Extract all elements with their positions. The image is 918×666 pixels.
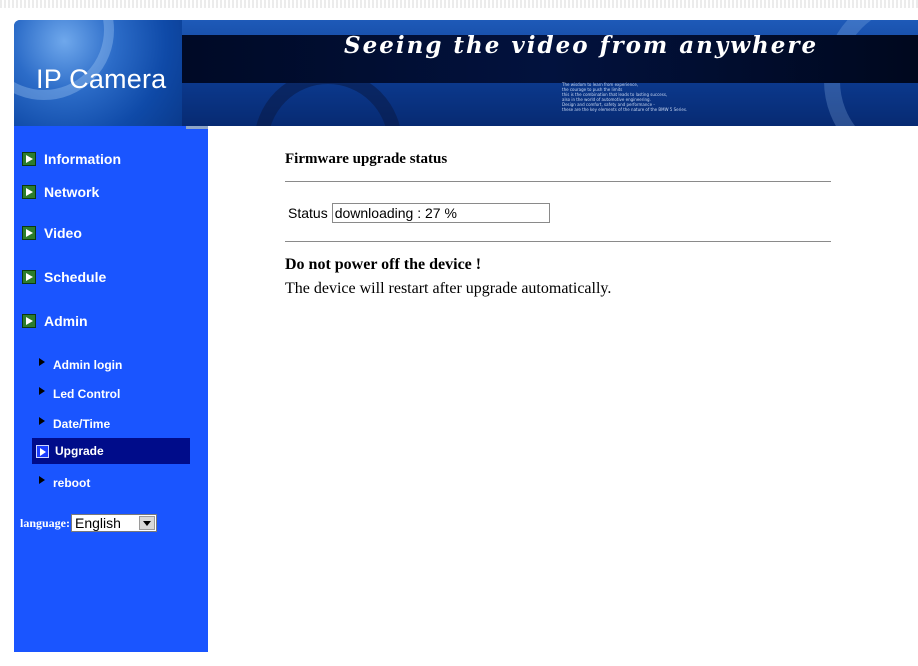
page-title: Firmware upgrade status <box>285 151 448 167</box>
status-label: Status <box>288 205 328 221</box>
banner-fine-print: The wisdom to learn from experience, the… <box>562 82 762 112</box>
submenu-item-label: Admin login <box>53 358 123 372</box>
submenu-item-label: reboot <box>53 476 91 490</box>
sidebar-item-label: Video <box>44 225 82 241</box>
sidebar-item-schedule[interactable]: Schedule <box>22 266 106 288</box>
sidebar-item-label: Information <box>44 151 121 167</box>
language-row: language: English <box>20 514 158 532</box>
language-selected-value: English <box>75 515 121 531</box>
play-arrow-icon <box>22 314 36 328</box>
bullet-arrow-icon <box>39 387 45 395</box>
divider <box>285 241 831 242</box>
status-field: downloading : 27 % <box>331 203 550 223</box>
restart-note: The device will restart after upgrade au… <box>285 280 612 297</box>
bullet-arrow-icon <box>39 358 45 366</box>
play-arrow-icon <box>22 152 36 166</box>
language-select[interactable]: English <box>71 514 158 532</box>
submenu-item-reboot[interactable]: reboot <box>32 470 190 496</box>
sidebar-item-label: Schedule <box>44 269 107 285</box>
bullet-arrow-icon <box>39 476 45 484</box>
play-arrow-icon <box>22 185 36 199</box>
sidebar-item-video[interactable]: Video <box>22 222 82 244</box>
submenu-item-label: Date/Time <box>53 417 111 431</box>
sidebar-item-label: Network <box>44 184 100 200</box>
dropdown-arrow-icon[interactable] <box>139 516 156 530</box>
sidebar-item-admin[interactable]: Admin <box>22 310 88 332</box>
app-title: IP Camera <box>36 64 167 94</box>
warning-text: Do not power off the device ! <box>285 256 482 273</box>
sidebar-item-network[interactable]: Network <box>22 181 99 203</box>
banner-slogan: Seeing the video from anywhere <box>344 32 819 59</box>
bullet-arrow-icon <box>39 417 45 425</box>
submenu-item-label: Upgrade <box>55 444 104 458</box>
play-arrow-icon <box>22 270 36 284</box>
divider <box>285 181 831 182</box>
play-arrow-icon <box>22 226 36 240</box>
language-label: language: <box>20 515 71 530</box>
submenu-item-led-control[interactable]: Led Control <box>32 381 190 407</box>
top-border-strip <box>0 0 918 8</box>
fine-print-line: these are the key elements of the nature… <box>562 107 688 112</box>
header-banner: IP Camera Seeing the video from anywhere… <box>14 20 918 126</box>
sidebar: Information Network Video Schedule Admin… <box>14 126 208 652</box>
submenu-item-label: Led Control <box>53 387 121 401</box>
status-row: Status downloading : 27 % <box>288 203 550 223</box>
sidebar-item-information[interactable]: Information <box>22 148 121 170</box>
sidebar-item-label: Admin <box>44 313 88 329</box>
submenu-item-date-time[interactable]: Date/Time <box>32 411 190 437</box>
submenu-item-upgrade[interactable]: Upgrade <box>32 438 190 464</box>
sidebar-edge-shade <box>186 126 208 129</box>
selected-arrow-icon <box>36 444 49 458</box>
submenu-item-admin-login[interactable]: Admin login <box>32 352 190 378</box>
